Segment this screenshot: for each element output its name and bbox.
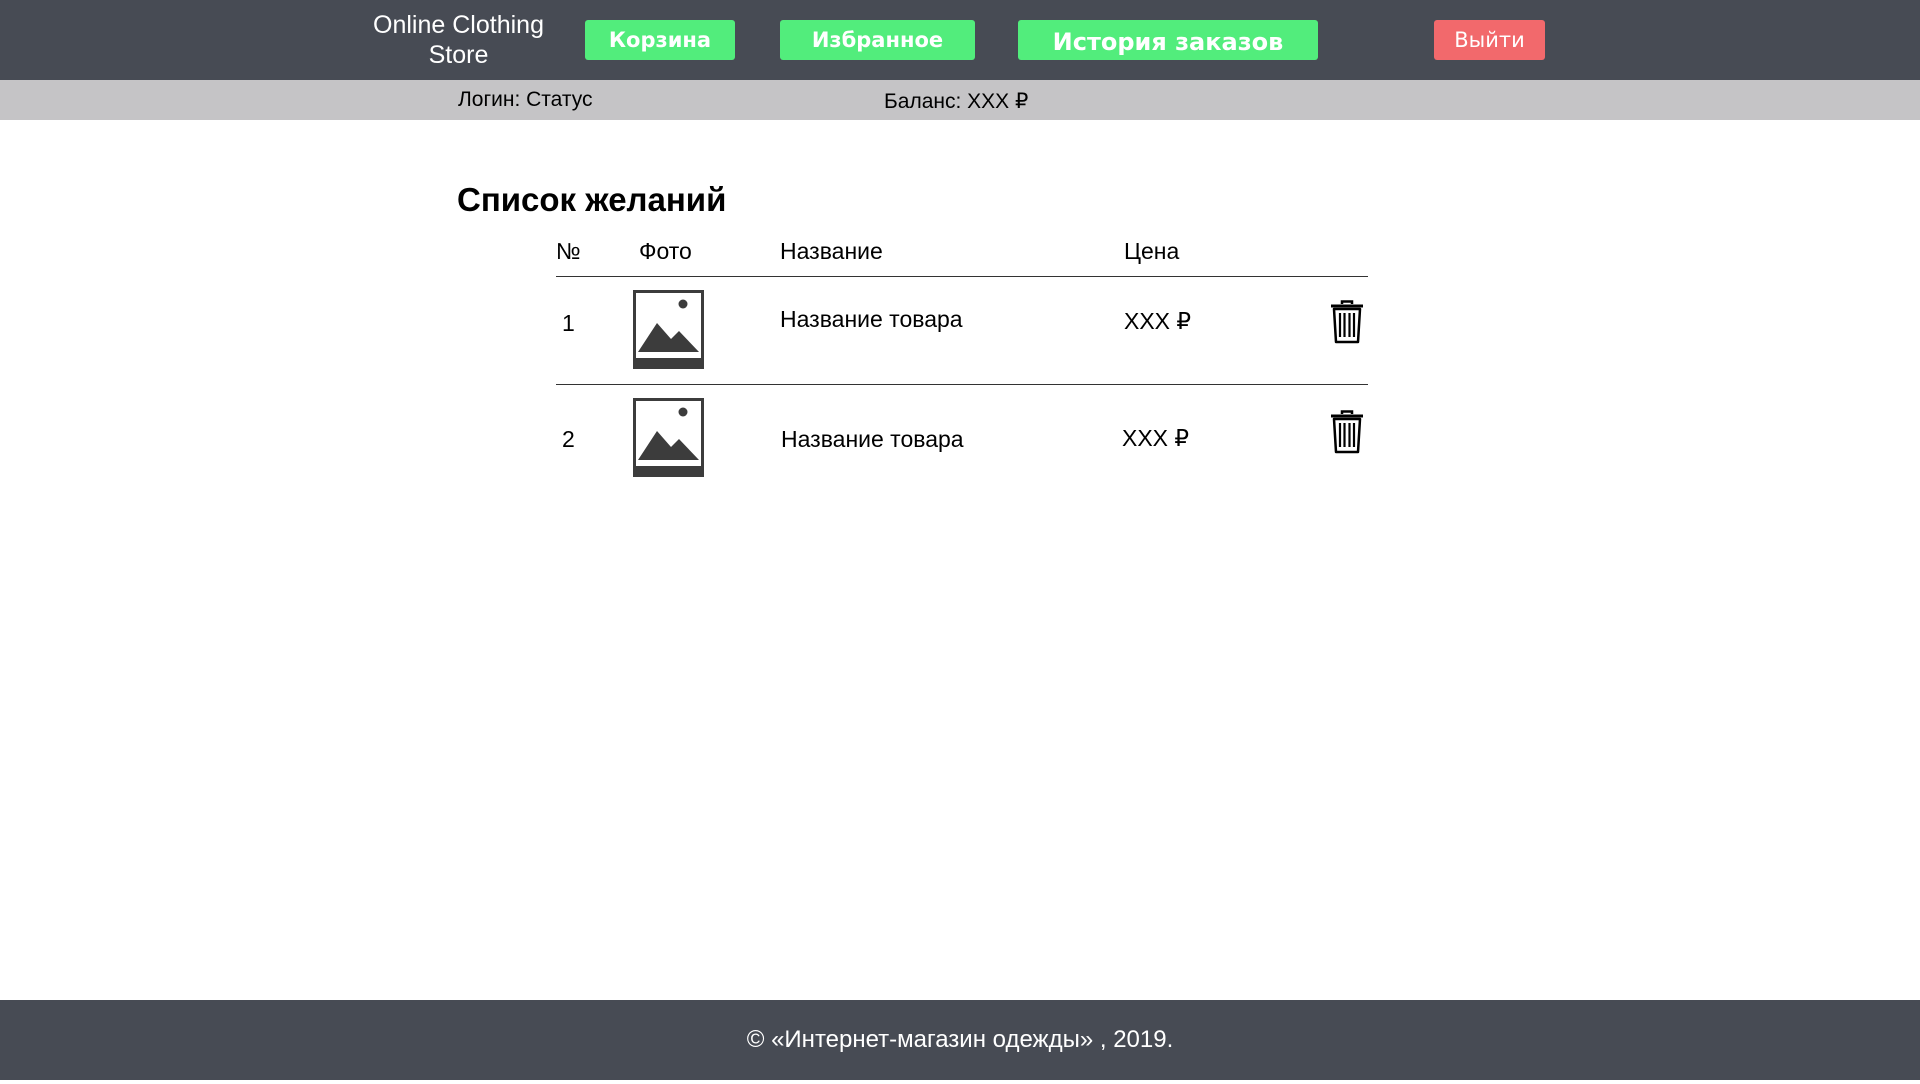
row-number: 2	[562, 426, 575, 452]
column-header-price: Цена	[1124, 238, 1180, 264]
product-price: XXX ₽	[1124, 308, 1192, 334]
product-price: XXX ₽	[1122, 425, 1190, 451]
trash-icon[interactable]	[1329, 300, 1365, 344]
table-header-divider	[556, 276, 1368, 277]
column-header-number: №	[556, 238, 581, 264]
copyright-text: © «Интернет-магазин одежды» , 2019.	[746, 1026, 1174, 1053]
page: Online Clothing Store Корзина Избранное …	[0, 0, 1920, 1084]
page-title: Список желаний	[457, 181, 727, 218]
order-history-button[interactable]: История заказов	[1018, 20, 1318, 60]
cart-button[interactable]: Корзина	[585, 20, 735, 60]
store-brand[interactable]: Online Clothing Store	[360, 10, 557, 72]
favorites-button[interactable]: Избранное	[780, 20, 975, 60]
image-placeholder-icon	[633, 290, 704, 369]
column-header-name: Название	[780, 238, 883, 264]
trash-icon[interactable]	[1329, 410, 1365, 454]
product-name[interactable]: Название товара	[781, 424, 964, 454]
column-header-photo: Фото	[639, 238, 692, 264]
balance: Баланс: XXX ₽	[884, 90, 1029, 113]
image-placeholder-icon	[633, 398, 704, 477]
login-status: Логин: Статус	[458, 88, 593, 111]
logout-button[interactable]: Выйти	[1434, 20, 1545, 60]
product-name[interactable]: Название товара	[780, 304, 963, 334]
top-navigation-bar: Online Clothing Store Корзина Избранное …	[0, 0, 1920, 80]
row-divider	[556, 384, 1368, 385]
row-number: 1	[562, 310, 575, 336]
user-status-bar: Логин: Статус Баланс: XXX ₽	[0, 80, 1920, 120]
page-footer: © «Интернет-магазин одежды» , 2019.	[0, 1000, 1920, 1080]
